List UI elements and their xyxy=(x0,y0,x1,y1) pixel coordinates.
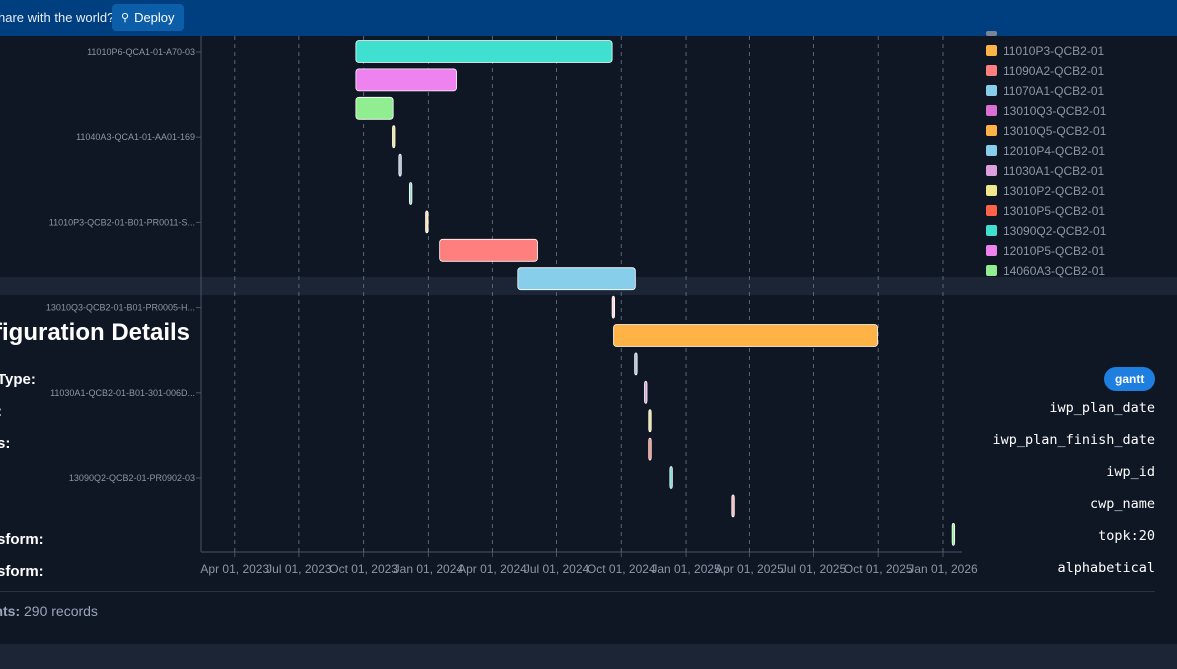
y-tick-label: 11040A3-QCA1-01-AA01-169 xyxy=(76,132,195,142)
y-tick-label: 13090Q2-QCB2-01-PR0902-03 xyxy=(69,473,195,483)
legend-label: 11030A1-QCB2-01 xyxy=(1003,164,1105,178)
x-tick-label: Apr 01, 2025 xyxy=(715,562,784,576)
legend-swatch xyxy=(986,65,997,76)
x-tick-label: Jul 01, 2023 xyxy=(266,562,332,576)
x-tick-label: Apr 01, 2024 xyxy=(458,562,527,576)
legend-label: 11010P3-QCB2-01 xyxy=(1003,44,1105,58)
gantt-bar xyxy=(517,267,636,291)
gantt-bar xyxy=(644,380,648,404)
legend-label: 11090A2-QCB2-01 xyxy=(1003,64,1105,78)
gantt-bar xyxy=(648,409,652,433)
x-tick-label: Jan 01, 2025 xyxy=(651,562,721,576)
legend-label: 13010Q3-QCB2-01 xyxy=(1003,104,1107,118)
x-tick-label: Jul 01, 2025 xyxy=(781,562,847,576)
y-tick-label: 11010P6-QCA1-01-A70-03 xyxy=(87,47,195,57)
x-tick-label: Jan 01, 2026 xyxy=(908,562,978,576)
legend-swatch xyxy=(986,45,997,56)
x-tick-label: Oct 01, 2025 xyxy=(844,562,913,576)
legend-swatch xyxy=(986,165,997,176)
legend-label: 12010P5-QCB2-01 xyxy=(1003,244,1105,258)
legend-swatch-cut xyxy=(986,31,997,36)
legend-swatch xyxy=(986,185,997,196)
legend-swatch xyxy=(986,105,997,116)
gantt-bar xyxy=(613,324,878,347)
y-tick-label: 11030A1-QCB2-01-B01-301-006D... xyxy=(50,388,195,398)
legend-swatch xyxy=(986,245,997,256)
legend-swatch xyxy=(986,145,997,156)
x-tick-label: Oct 01, 2024 xyxy=(587,562,656,576)
y-tick-label: 11010P3-QCB2-01-B01-PR0011-S... xyxy=(49,217,195,227)
legend-swatch xyxy=(986,125,997,136)
x-tick-label: Apr 01, 2023 xyxy=(200,562,269,576)
gantt-chart: Apr 01, 2023Jul 01, 2023Oct 01, 2023Jan … xyxy=(46,31,1107,576)
legend-label: 13010Q5-QCB2-01 xyxy=(1003,124,1107,138)
gantt-bar xyxy=(355,68,457,92)
gantt-bar xyxy=(398,153,402,177)
x-tick-label: Oct 01, 2023 xyxy=(329,562,398,576)
legend-label: 13090Q2-QCB2-01 xyxy=(1003,224,1107,238)
gantt-bar xyxy=(634,352,638,376)
legend-label: 13010P2-QCB2-01 xyxy=(1003,184,1105,198)
legend-label: 13010P5-QCB2-01 xyxy=(1003,204,1105,218)
gantt-bar xyxy=(392,125,396,149)
legend-label: 12010P4-QCB2-01 xyxy=(1003,144,1105,158)
gantt-bar xyxy=(648,437,652,461)
gantt-bar xyxy=(425,210,429,234)
legend-label: 14060A3-QCB2-01 xyxy=(1003,264,1105,278)
legend-swatch xyxy=(986,205,997,216)
legend-swatch xyxy=(986,225,997,236)
legend-swatch xyxy=(986,85,997,96)
gantt-bar xyxy=(439,238,538,262)
gantt-bar xyxy=(669,466,673,489)
gantt-bar xyxy=(611,295,616,319)
gantt-bar xyxy=(355,40,613,63)
y-tick-label: 13010Q3-QCB2-01-B01-PR0005-H... xyxy=(46,303,195,313)
x-tick-label: Jan 01, 2024 xyxy=(394,562,464,576)
gantt-bar xyxy=(408,182,413,205)
gantt-bar xyxy=(731,494,735,518)
gantt-bar xyxy=(355,96,394,120)
legend-swatch xyxy=(986,265,997,276)
x-tick-label: Jul 01, 2024 xyxy=(524,562,590,576)
legend-label: 11070A1-QCB2-01 xyxy=(1003,84,1105,98)
gantt-bar xyxy=(951,522,956,546)
